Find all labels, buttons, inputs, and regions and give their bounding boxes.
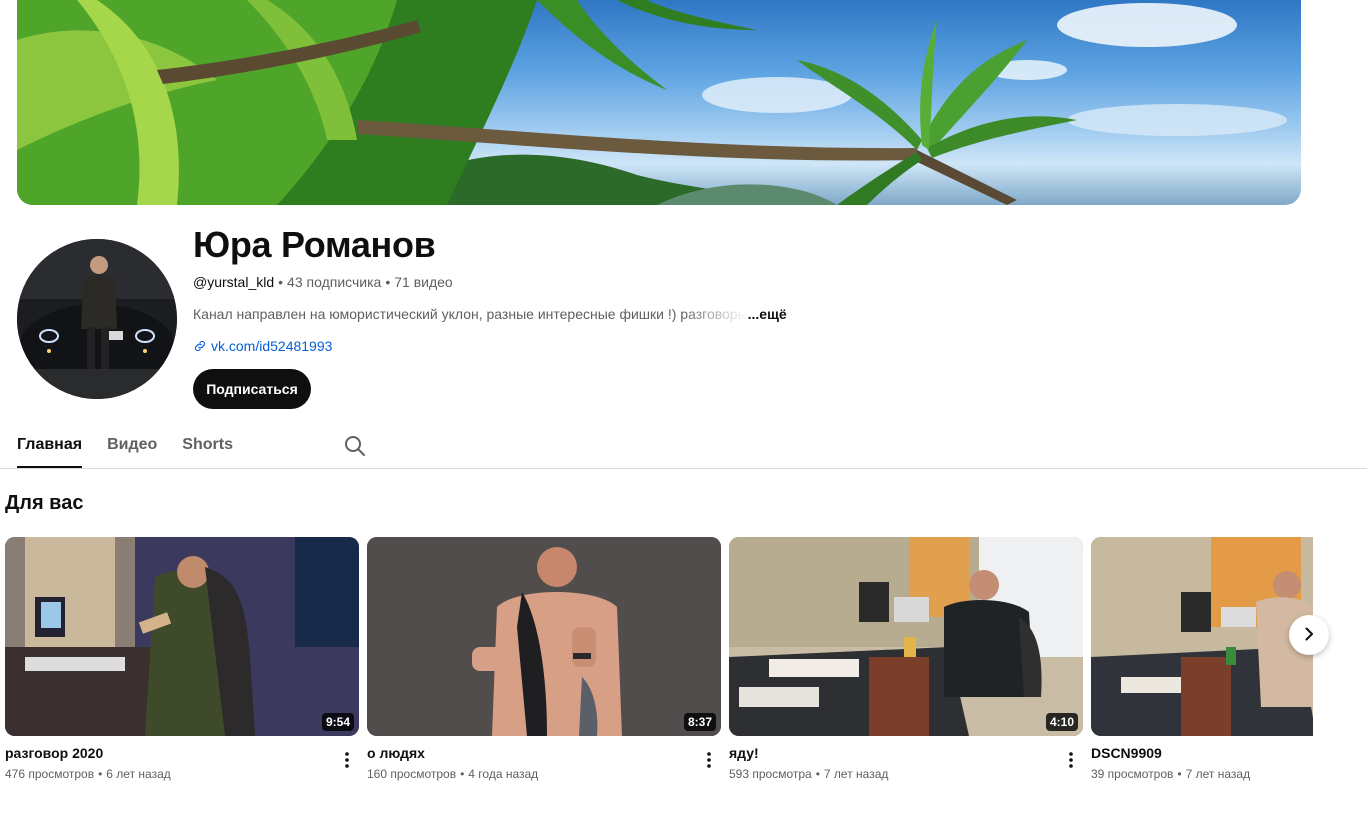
more-vert-icon[interactable] [699,748,719,772]
separator: • [278,274,284,290]
thumbnail-image [1091,537,1313,736]
link-icon [193,339,207,353]
channel-link[interactable]: vk.com/id52481993 [193,338,332,354]
thumbnail-image [5,537,359,736]
video-count: 71 видео [394,274,453,290]
video-thumbnail[interactable]: 4:10 [729,537,1083,736]
video-card[interactable]: 8:37 о людях 160 просмотров • 4 года назад [367,537,721,781]
separator: • [98,767,103,781]
tab-videos[interactable]: Видео [107,425,157,468]
more-vert-icon[interactable] [1061,748,1081,772]
video-card[interactable]: 4:10 яду! 593 просмотра • 7 лет назад [729,537,1083,781]
description-more-button[interactable]: ...ещё [748,306,787,322]
next-button[interactable] [1289,615,1329,655]
video-thumbnail[interactable]: 8:37 [367,537,721,736]
tabs-divider [0,468,1367,469]
channel-meta: @yurstal_kld • 43 подписчика • 71 видео [193,274,453,290]
video-meta: 476 просмотров • 6 лет назад [5,767,359,781]
video-title[interactable]: яду! [729,745,1083,761]
video-card-clip: DSCN9909 39 просмотров • 7 лет назад [1091,537,1313,797]
video-duration: 8:37 [683,713,716,731]
separator: • [385,274,391,290]
channel-banner [17,0,1301,205]
video-title[interactable]: DSCN9909 [1091,745,1313,761]
video-card[interactable]: 9:54 разговор 2020 476 просмотров • 6 лет … [5,537,359,781]
video-duration: 4:10 [1045,713,1078,731]
subscriber-count: 43 подписчика [287,274,382,290]
chevron-right-icon [1301,626,1317,645]
video-meta: 160 просмотров • 4 года назад [367,767,721,781]
more-vert-icon[interactable] [337,748,357,772]
separator: • [815,767,820,781]
video-views: 476 просмотров [5,767,95,781]
video-meta: 39 просмотров • 7 лет назад [1091,767,1313,781]
channel-description[interactable]: Канал направлен на юмористический уклон,… [193,306,787,322]
separator: • [1177,767,1182,781]
channel-avatar[interactable] [17,239,177,399]
banner-image [17,0,1287,205]
video-title[interactable]: разговор 2020 [5,745,359,761]
video-age: 4 года назад [468,767,539,781]
video-card[interactable]: DSCN9909 39 просмотров • 7 лет назад [1091,537,1313,781]
tab-shorts[interactable]: Shorts [182,425,233,468]
search-icon[interactable] [343,425,367,463]
channel-title: Юра Романов [193,224,436,265]
video-thumbnail[interactable]: 9:54 [5,537,359,736]
video-duration: 9:54 [321,713,354,731]
description-text[interactable]: Канал направлен на юмористический уклон,… [193,306,748,322]
thumbnail-image [367,537,721,736]
video-age: 7 лет назад [1185,767,1251,781]
avatar-image [17,239,177,399]
thumbnail-image [729,537,1083,736]
video-title[interactable]: о людях [367,745,721,761]
link-text[interactable]: vk.com/id52481993 [211,338,332,354]
tab-home[interactable]: Главная [17,425,83,468]
video-meta: 593 просмотра • 7 лет назад [729,767,1083,781]
subscribe-button[interactable]: Подписаться [193,369,311,409]
video-views: 593 просмотра [729,767,812,781]
section-title: Для вас [5,492,84,514]
video-age: 6 лет назад [106,767,171,781]
video-age: 7 лет назад [823,767,889,781]
video-thumbnail[interactable] [1091,537,1313,736]
video-views: 39 просмотров [1091,767,1174,781]
channel-tabs: Главная Видео Shorts [17,425,367,469]
separator: • [460,767,465,781]
video-views: 160 просмотров [367,767,457,781]
channel-handle: @yurstal_kld [193,274,275,290]
